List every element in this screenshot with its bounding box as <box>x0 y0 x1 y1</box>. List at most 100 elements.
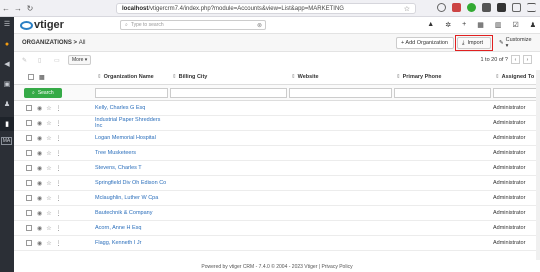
more-vertical-icon[interactable]: ⋮ <box>56 195 62 202</box>
extension-icon-dark[interactable] <box>482 3 491 12</box>
reload-icon[interactable]: ↻ <box>24 4 36 13</box>
extension-icon-box[interactable] <box>497 3 506 12</box>
tasks-check-icon[interactable]: ☑ <box>512 21 518 29</box>
more-vertical-icon[interactable]: ⋮ <box>56 225 62 232</box>
contacts-icon[interactable]: ▣ <box>0 77 14 91</box>
user-profile-icon[interactable]: ♟ <box>530 21 536 29</box>
reports-chart-icon[interactable]: ▥ <box>495 21 502 29</box>
table-row[interactable]: ◉ ☆ ⋮ Logan Memorial Hospital Administra… <box>14 131 540 146</box>
comment-icon[interactable]: ▭ <box>54 57 62 64</box>
row-checkbox[interactable] <box>26 195 32 201</box>
column-settings-icon[interactable]: ▦ <box>39 74 45 81</box>
filter-phone-input[interactable] <box>394 88 491 98</box>
row-checkbox[interactable] <box>26 105 32 111</box>
view-eye-icon[interactable]: ◉ <box>37 150 42 157</box>
pager-text[interactable]: 1 to 20 of ? <box>480 57 508 63</box>
delete-trash-icon[interactable]: ▯ <box>38 57 46 64</box>
view-eye-icon[interactable]: ◉ <box>37 210 42 217</box>
prev-page-button[interactable]: ‹ <box>511 55 520 64</box>
scrollbar[interactable] <box>536 70 540 260</box>
pocket-icon[interactable] <box>437 3 446 12</box>
organization-name-link[interactable]: Logan Memorial Hospital <box>95 131 168 145</box>
organization-name-link[interactable]: Industrial Paper Shredders Inc <box>95 116 168 130</box>
more-vertical-icon[interactable]: ⋮ <box>56 210 62 217</box>
row-checkbox[interactable] <box>26 150 32 156</box>
extension-icon-red[interactable] <box>452 3 461 12</box>
row-checkbox[interactable] <box>26 180 32 186</box>
filter-assigned-input[interactable] <box>493 88 537 98</box>
forward-icon[interactable]: → <box>12 4 24 13</box>
global-search-input[interactable]: ⌕ Type to search ⊗ <box>120 20 266 30</box>
table-row[interactable]: ◉ ☆ ⋮ Acorn, Anne H Esq Administrator <box>14 221 540 236</box>
edit-pencil-icon[interactable]: ✎ <box>22 57 30 64</box>
search-button[interactable]: ⌕ Search <box>24 87 62 98</box>
star-icon[interactable]: ☆ <box>46 195 51 202</box>
star-icon[interactable]: ☆ <box>46 105 51 112</box>
notifications-bell-icon[interactable]: ▲ <box>427 21 434 29</box>
megaphone-icon[interactable]: ◀ <box>0 57 14 71</box>
table-row[interactable]: ◉ ☆ ⋮ Tree Musketeers Administrator <box>14 146 540 161</box>
extension-icon-green[interactable] <box>467 3 476 12</box>
table-row[interactable]: ◉ ☆ ⋮ Industrial Paper Shredders Inc Adm… <box>14 116 540 131</box>
select-all-checkbox[interactable] <box>28 74 34 80</box>
search-clear-icon[interactable]: ⊗ <box>257 22 262 29</box>
row-checkbox[interactable] <box>26 240 32 246</box>
organization-name-link[interactable]: Bautechnik & Company <box>95 206 168 220</box>
star-icon[interactable]: ☆ <box>46 225 51 232</box>
vtiger-logo[interactable]: vtiger <box>20 19 64 31</box>
organization-name-link[interactable]: Mclaughlin, Luther W Cpa <box>95 191 168 205</box>
view-eye-icon[interactable]: ◉ <box>37 165 42 172</box>
back-icon[interactable]: ← <box>0 4 12 13</box>
table-row[interactable]: ◉ ☆ ⋮ Springfield Div Oh Edison Co Admin… <box>14 176 540 191</box>
star-icon[interactable]: ☆ <box>46 180 51 187</box>
row-checkbox[interactable] <box>26 210 32 216</box>
menu-icon[interactable] <box>527 3 536 12</box>
view-eye-icon[interactable]: ◉ <box>37 240 42 247</box>
view-eye-icon[interactable]: ◉ <box>37 135 42 142</box>
row-checkbox[interactable] <box>26 225 32 231</box>
address-bar[interactable]: localhost/vtigercrm7.4/index.php?module=… <box>116 3 416 14</box>
users-icon[interactable]: ● <box>0 37 14 51</box>
table-row[interactable]: ◉ ☆ ⋮ Stevens, Charles T Administrator <box>14 161 540 176</box>
filter-website-input[interactable] <box>289 88 392 98</box>
more-vertical-icon[interactable]: ⋮ <box>56 135 62 142</box>
view-eye-icon[interactable]: ◉ <box>37 120 42 127</box>
table-row[interactable]: ◉ ☆ ⋮ Bautechnik & Company Administrator <box>14 206 540 221</box>
organization-name-link[interactable]: Flagg, Kenneth I Jr <box>95 236 168 250</box>
hamburger-icon[interactable]: ☰ <box>0 17 14 31</box>
more-vertical-icon[interactable]: ⋮ <box>56 120 62 127</box>
customize-button[interactable]: ✎ Customize ▾ <box>495 37 539 49</box>
star-icon[interactable]: ☆ <box>46 165 51 172</box>
more-vertical-icon[interactable]: ⋮ <box>56 105 62 112</box>
next-page-button[interactable]: › <box>523 55 532 64</box>
calendar-icon[interactable]: ▦ <box>477 21 484 29</box>
organization-name-link[interactable]: Stevens, Charles T <box>95 161 168 175</box>
bookmark-star-icon[interactable]: ☆ <box>404 5 410 13</box>
person-icon[interactable]: ♟ <box>0 97 14 111</box>
quick-create-plus-icon[interactable]: + <box>462 21 466 29</box>
more-vertical-icon[interactable]: ⋮ <box>56 180 62 187</box>
more-vertical-icon[interactable]: ⋮ <box>56 150 62 157</box>
star-icon[interactable]: ☆ <box>46 120 51 127</box>
table-row[interactable]: ◉ ☆ ⋮ Kelly, Charles G Esq Administrator <box>14 101 540 116</box>
ma-badge[interactable]: MA <box>1 137 12 145</box>
filter-city-input[interactable] <box>170 88 287 98</box>
organization-name-link[interactable]: Acorn, Anne H Esq <box>95 221 168 235</box>
star-icon[interactable]: ☆ <box>46 135 51 142</box>
star-icon[interactable]: ☆ <box>46 240 51 247</box>
add-organization-button[interactable]: + Add Organization <box>396 37 454 49</box>
filter-name-input[interactable] <box>95 88 168 98</box>
more-dropdown[interactable]: More ▾ <box>68 55 92 65</box>
more-vertical-icon[interactable]: ⋮ <box>56 165 62 172</box>
view-eye-icon[interactable]: ◉ <box>37 180 42 187</box>
col-primary-phone[interactable]: ⇕ Primary Phone <box>394 70 491 84</box>
col-website[interactable]: ⇕ Website <box>289 70 392 84</box>
import-button[interactable]: ⤓ Import <box>457 37 491 49</box>
more-vertical-icon[interactable]: ⋮ <box>56 240 62 247</box>
view-eye-icon[interactable]: ◉ <box>37 195 42 202</box>
star-icon[interactable]: ☆ <box>46 150 51 157</box>
row-checkbox[interactable] <box>26 135 32 141</box>
organization-name-link[interactable]: Tree Musketeers <box>95 146 168 160</box>
col-organization-name[interactable]: ⇕ Organization Name <box>95 70 168 84</box>
view-eye-icon[interactable]: ◉ <box>37 105 42 112</box>
